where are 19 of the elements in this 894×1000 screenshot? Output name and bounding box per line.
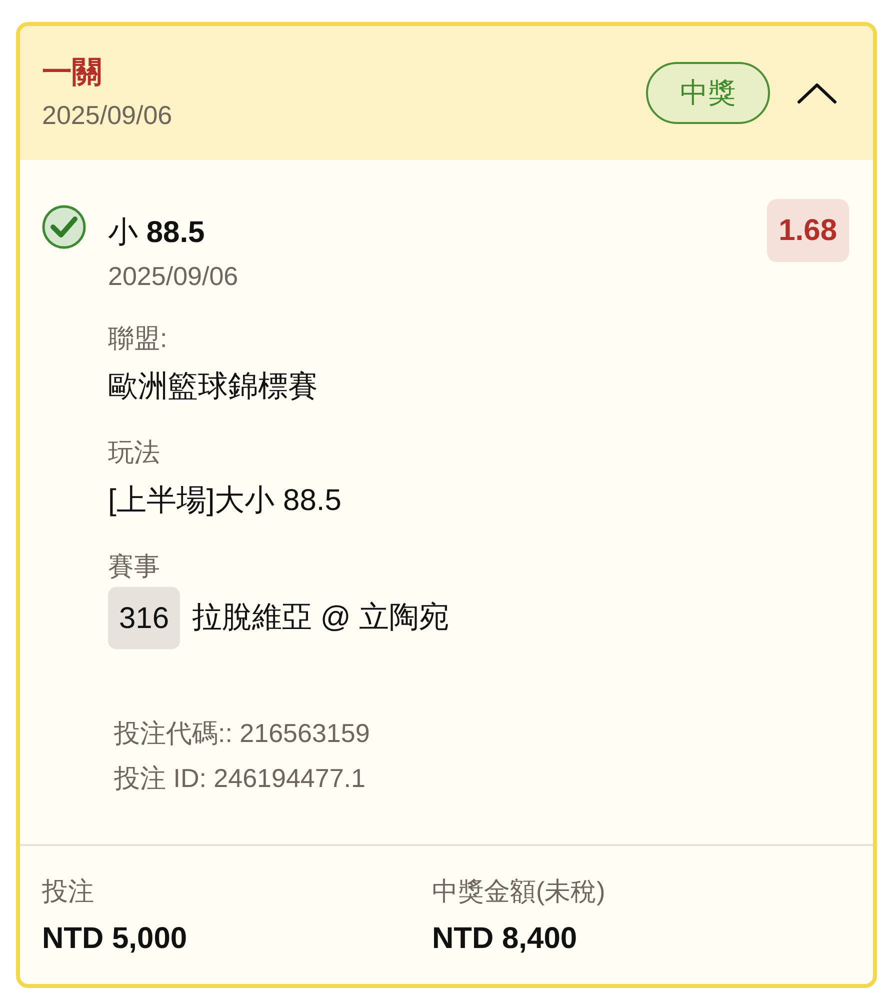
bet-reference: 投注代碼:: 216563159	[114, 717, 371, 750]
summary-amount: NTD 8,400	[432, 921, 578, 957]
summary-amount: NTD 5,000	[42, 921, 188, 957]
bet-reference: 投注 ID: 246194477.1	[114, 762, 366, 795]
match-teams: 拉脫維亞 @ 立陶宛	[192, 600, 450, 636]
status-badge: 中獎	[646, 62, 770, 124]
field-value: [上半場]大小 88.5	[108, 483, 342, 519]
summary-label: 投注	[42, 875, 95, 908]
selection-date: 2025/09/06	[108, 260, 238, 293]
slip-date: 2025/09/06	[42, 99, 172, 132]
field-label: 聯盟:	[108, 322, 168, 355]
slip-title: 一關	[42, 55, 103, 91]
summary-label: 中獎金額(未稅)	[432, 875, 606, 908]
match-number-tag: 316	[108, 587, 180, 649]
field-label: 玩法	[108, 436, 161, 469]
selection-pick: 小 88.5	[108, 215, 206, 251]
field-value: 歐洲籃球錦標賽	[108, 369, 319, 405]
odds-badge: 1.68	[766, 199, 849, 262]
field-label: 賽事	[108, 550, 161, 583]
